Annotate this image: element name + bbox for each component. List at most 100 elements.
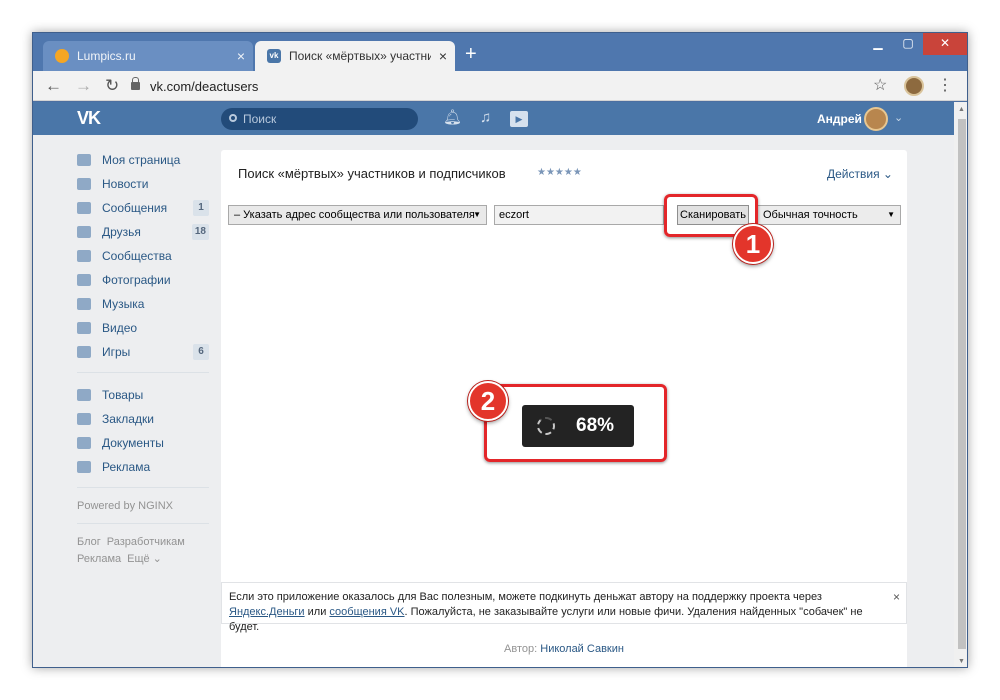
- forward-icon[interactable]: →: [75, 76, 92, 96]
- bell-icon[interactable]: 🔔︎: [443, 108, 462, 128]
- sidebar-item-label: Игры: [102, 345, 131, 359]
- sidebar-item-my-page[interactable]: Моя страница: [77, 148, 209, 172]
- counter-badge: 6: [193, 344, 209, 360]
- author-line: Автор: Николай Савкин: [221, 643, 907, 655]
- sidebar-item-news[interactable]: Новости: [77, 172, 209, 196]
- sidebar-item-bookmarks[interactable]: Закладки: [77, 407, 209, 431]
- tab-lumpics[interactable]: Lumpics.ru ×: [43, 41, 253, 71]
- accuracy-select[interactable]: Обычная точность ▼: [757, 205, 901, 225]
- sidebar-item-label: Сообщества: [102, 249, 172, 263]
- vk-logo[interactable]: VK: [77, 108, 101, 129]
- donation-notice: Если это приложение оказалось для Вас по…: [221, 582, 907, 633]
- new-tab-button[interactable]: +: [465, 44, 477, 64]
- sidebar-item-games[interactable]: Игры 6: [77, 340, 209, 364]
- vk-favicon-icon: vk: [267, 49, 281, 63]
- sidebar-item-label: Документы: [102, 436, 164, 450]
- player-icon[interactable]: ▶: [510, 111, 528, 127]
- sidebar-item-label: Закладки: [102, 412, 154, 426]
- sidebar-item-label: Сообщения: [102, 201, 168, 215]
- vk-search-input[interactable]: Поиск: [221, 108, 418, 130]
- footer-link-developers[interactable]: Разработчикам: [107, 536, 185, 548]
- author-label: Автор:: [504, 643, 538, 655]
- tab-strip: Lumpics.ru × vk Поиск «мёртвых» участник…: [33, 33, 967, 71]
- profile-avatar[interactable]: [904, 76, 924, 96]
- sidebar-item-ads[interactable]: Реклама: [77, 455, 209, 479]
- avatar[interactable]: [864, 107, 888, 131]
- left-sidebar: Моя страница Новости Сообщения 1 Друзья 18…: [77, 148, 209, 568]
- author-link[interactable]: Николай Савкин: [540, 643, 624, 655]
- tab-close-icon[interactable]: ×: [229, 48, 253, 64]
- sidebar-item-label: Моя страница: [102, 153, 181, 167]
- notice-or: или: [304, 606, 330, 618]
- scroll-thumb[interactable]: [958, 119, 966, 649]
- annotation-marker-1: 1: [733, 224, 773, 264]
- camera-icon: [77, 274, 91, 286]
- footer-link-ads[interactable]: Реклама: [77, 553, 121, 565]
- scroll-up-icon[interactable]: ▲: [954, 102, 967, 117]
- browser-menu-icon[interactable]: ⋮: [937, 76, 953, 96]
- vk-messages-link[interactable]: сообщения VK: [329, 606, 404, 618]
- user-name[interactable]: Андрей: [817, 112, 862, 126]
- sidebar-item-photos[interactable]: Фотографии: [77, 268, 209, 292]
- megaphone-icon: [77, 461, 91, 473]
- sidebar-item-label: Музыка: [102, 297, 145, 311]
- sidebar-item-documents[interactable]: Документы: [77, 431, 209, 455]
- window-close-icon[interactable]: ✕: [923, 33, 967, 55]
- scroll-down-icon[interactable]: ▼: [954, 654, 967, 667]
- notice-close-icon[interactable]: ×: [893, 590, 900, 605]
- accuracy-select-value: Обычная точность: [763, 209, 858, 221]
- maximize-icon[interactable]: ▢: [893, 33, 923, 55]
- sidebar-item-goods[interactable]: Товары: [77, 383, 209, 407]
- document-icon: [77, 437, 91, 449]
- star-icon: [77, 413, 91, 425]
- powered-by: Powered by NGINX: [77, 500, 173, 512]
- address-bar[interactable]: vk.com/deactusers: [131, 75, 891, 97]
- tab-vk-app[interactable]: vk Поиск «мёртвых» участников и ×: [255, 41, 455, 71]
- divider: [77, 523, 209, 524]
- vk-header: VK Поиск 🔔︎ ♫ ▶ Андрей ⌄: [33, 102, 954, 135]
- chevron-down-icon[interactable]: ⌄: [894, 111, 903, 124]
- divider: [77, 487, 209, 488]
- news-icon: [77, 178, 91, 190]
- music-note-icon[interactable]: ♫: [480, 108, 491, 128]
- sidebar-item-messages[interactable]: Сообщения 1: [77, 196, 209, 220]
- tab-title: Поиск «мёртвых» участников и: [289, 49, 431, 63]
- footer-link-blog[interactable]: Блог: [77, 536, 101, 548]
- actions-dropdown[interactable]: Действия ⌄: [827, 167, 893, 181]
- page-title: Поиск «мёртвых» участников и подписчиков: [238, 166, 506, 181]
- sidebar-item-friends[interactable]: Друзья 18: [77, 220, 209, 244]
- target-select[interactable]: – Указать адрес сообщества или пользоват…: [228, 205, 487, 225]
- sidebar-item-label: Товары: [102, 388, 144, 402]
- messages-icon: [77, 202, 91, 214]
- browser-window: Lumpics.ru × vk Поиск «мёртвых» участник…: [32, 32, 968, 668]
- sidebar-item-communities[interactable]: Сообщества: [77, 244, 209, 268]
- bookmark-star-icon[interactable]: ☆: [873, 76, 887, 96]
- footer-link-more[interactable]: Ещё ⌄: [127, 553, 162, 565]
- counter-badge: 1: [193, 200, 209, 216]
- sidebar-item-music[interactable]: Музыка: [77, 292, 209, 316]
- divider: [77, 372, 209, 373]
- sidebar-item-label: Новости: [102, 177, 149, 191]
- target-input[interactable]: eczort: [494, 205, 664, 225]
- yandex-money-link[interactable]: Яндекс.Деньги: [229, 606, 305, 618]
- home-icon: [77, 154, 91, 166]
- notice-text-1: Если это приложение оказалось для Вас по…: [229, 591, 822, 603]
- back-icon[interactable]: ←: [45, 76, 62, 96]
- music-icon: [77, 298, 91, 310]
- rating-stars: ★★★★★: [537, 167, 582, 178]
- reload-icon[interactable]: ↻: [105, 76, 119, 96]
- target-select-value: – Указать адрес сообщества или пользоват…: [234, 209, 475, 221]
- sidebar-item-label: Фотографии: [102, 273, 171, 287]
- tab-close-icon[interactable]: ×: [431, 48, 455, 64]
- minimize-icon[interactable]: ▁: [863, 33, 893, 55]
- footer-links: Блог Разработчикам Реклама Ещё ⌄: [77, 534, 209, 568]
- page-scrollbar[interactable]: ▲ ▼: [954, 102, 967, 667]
- window-controls: ▁ ▢ ✕: [863, 33, 967, 55]
- communities-icon: [77, 250, 91, 262]
- video-icon: [77, 322, 91, 334]
- sidebar-item-video[interactable]: Видео: [77, 316, 209, 340]
- browser-toolbar: ← → ↻ vk.com/deactusers ☆ ⋮: [33, 71, 967, 101]
- search-placeholder: Поиск: [243, 112, 277, 126]
- dropdown-arrow-icon: ▼: [473, 210, 481, 219]
- sidebar-item-label: Друзья: [102, 225, 141, 239]
